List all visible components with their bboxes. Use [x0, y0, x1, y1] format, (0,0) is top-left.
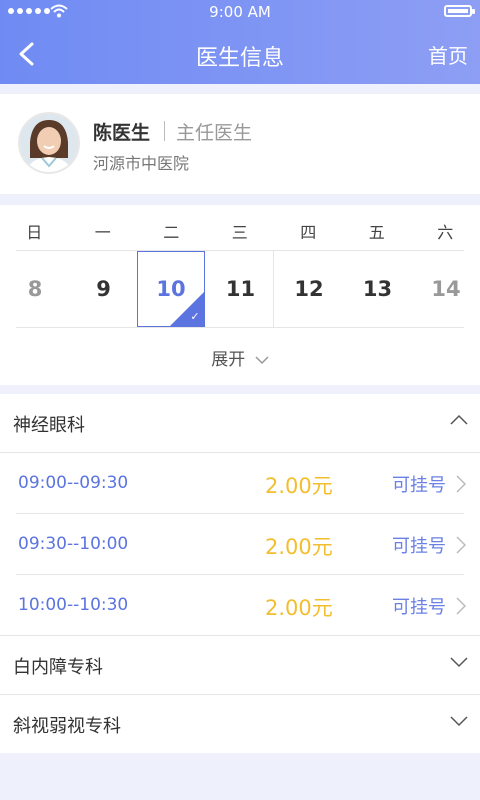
date-number: 13: [362, 277, 393, 301]
department-header[interactable]: 斜视弱视专科: [0, 695, 480, 753]
weekday-label: 三: [231, 223, 248, 242]
chevron-down-icon: [450, 657, 468, 668]
weekday-label: 二: [163, 223, 180, 242]
date-number: 14: [431, 277, 461, 301]
chevron-down-icon: [255, 356, 269, 365]
status-time: 9:00 AM: [209, 3, 271, 21]
slot-time: 09:00--09:30: [18, 473, 129, 493]
date-cell-12[interactable]: 12: [275, 251, 343, 327]
date-row: 8 9 10 ✓ 11 12 13 14: [0, 251, 480, 327]
divider: [16, 327, 464, 328]
expand-label: 展开: [211, 350, 246, 370]
slot-status: 可挂号: [392, 536, 446, 557]
chevron-up-icon: [450, 414, 468, 425]
department-name: 白内障专科: [13, 657, 103, 678]
slot-price: 2.00元: [265, 596, 333, 620]
date-cell-9[interactable]: 9: [70, 251, 138, 327]
date-number: 11: [225, 277, 256, 301]
slot-price: 2.00元: [265, 474, 333, 498]
weekday-label: 五: [368, 223, 385, 242]
department-name: 斜视弱视专科: [13, 716, 121, 737]
date-number: 12: [294, 277, 324, 301]
slot-time: 09:30--10:00: [18, 534, 129, 554]
weekday-label: 四: [300, 223, 317, 242]
expand-calendar-button[interactable]: 展开: [0, 345, 480, 370]
date-number: 9: [96, 277, 111, 301]
time-slot-row[interactable]: 10:00--10:30 2.00元 可挂号: [0, 575, 480, 635]
date-cell-10-selected[interactable]: 10 ✓: [137, 251, 205, 327]
time-slot-row[interactable]: 09:00--09:30 2.00元 可挂号: [0, 453, 480, 513]
slot-time: 10:00--10:30: [18, 595, 129, 615]
divider: [164, 121, 165, 141]
app-header: 9:00 AM 医生信息 首页: [0, 0, 480, 84]
weekday-row: 日 一 二 三 四 五 六: [0, 205, 480, 251]
date-cell-13[interactable]: 13: [344, 251, 412, 327]
chevron-right-icon: [456, 597, 466, 615]
nav-bar: 医生信息 首页: [0, 24, 480, 84]
doctor-avatar: [18, 112, 80, 174]
weekday-label: 日: [26, 223, 43, 242]
department-header[interactable]: 神经眼科: [0, 394, 480, 452]
slot-price: 2.00元: [265, 535, 333, 559]
date-cell-11[interactable]: 11: [207, 251, 275, 327]
department-name: 神经眼科: [13, 415, 85, 436]
slot-status: 可挂号: [392, 475, 446, 496]
doctor-hospital: 河源市中医院: [93, 154, 190, 173]
home-button[interactable]: 首页: [428, 40, 468, 69]
department-header[interactable]: 白内障专科: [0, 636, 480, 694]
date-cell-8[interactable]: 8: [1, 251, 69, 327]
doctor-title: 主任医生: [176, 122, 253, 144]
battery-icon: [444, 5, 475, 17]
status-bar: 9:00 AM: [0, 0, 480, 24]
check-icon: ✓: [190, 310, 200, 323]
department-section-expanded: 神经眼科 09:00--09:30 2.00元 可挂号 09:30--10:00…: [0, 394, 480, 753]
date-picker: 日 一 二 三 四 五 六 8 9 10 ✓ 11 12 13 14 展开: [0, 205, 480, 385]
weekday-label: 一: [94, 223, 111, 242]
chevron-right-icon: [456, 475, 466, 493]
doctor-name: 陈医生: [93, 122, 151, 144]
doctor-card: 陈医生 主任医生 河源市中医院: [0, 94, 480, 194]
chevron-right-icon: [456, 536, 466, 554]
weekday-label: 六: [437, 223, 454, 242]
time-slot-row[interactable]: 09:30--10:00 2.00元 可挂号: [0, 514, 480, 574]
date-cell-14[interactable]: 14: [412, 251, 480, 327]
slot-status: 可挂号: [392, 597, 446, 618]
date-number: 8: [27, 277, 43, 301]
chevron-down-icon: [450, 716, 468, 727]
page-title: 医生信息: [195, 46, 284, 71]
